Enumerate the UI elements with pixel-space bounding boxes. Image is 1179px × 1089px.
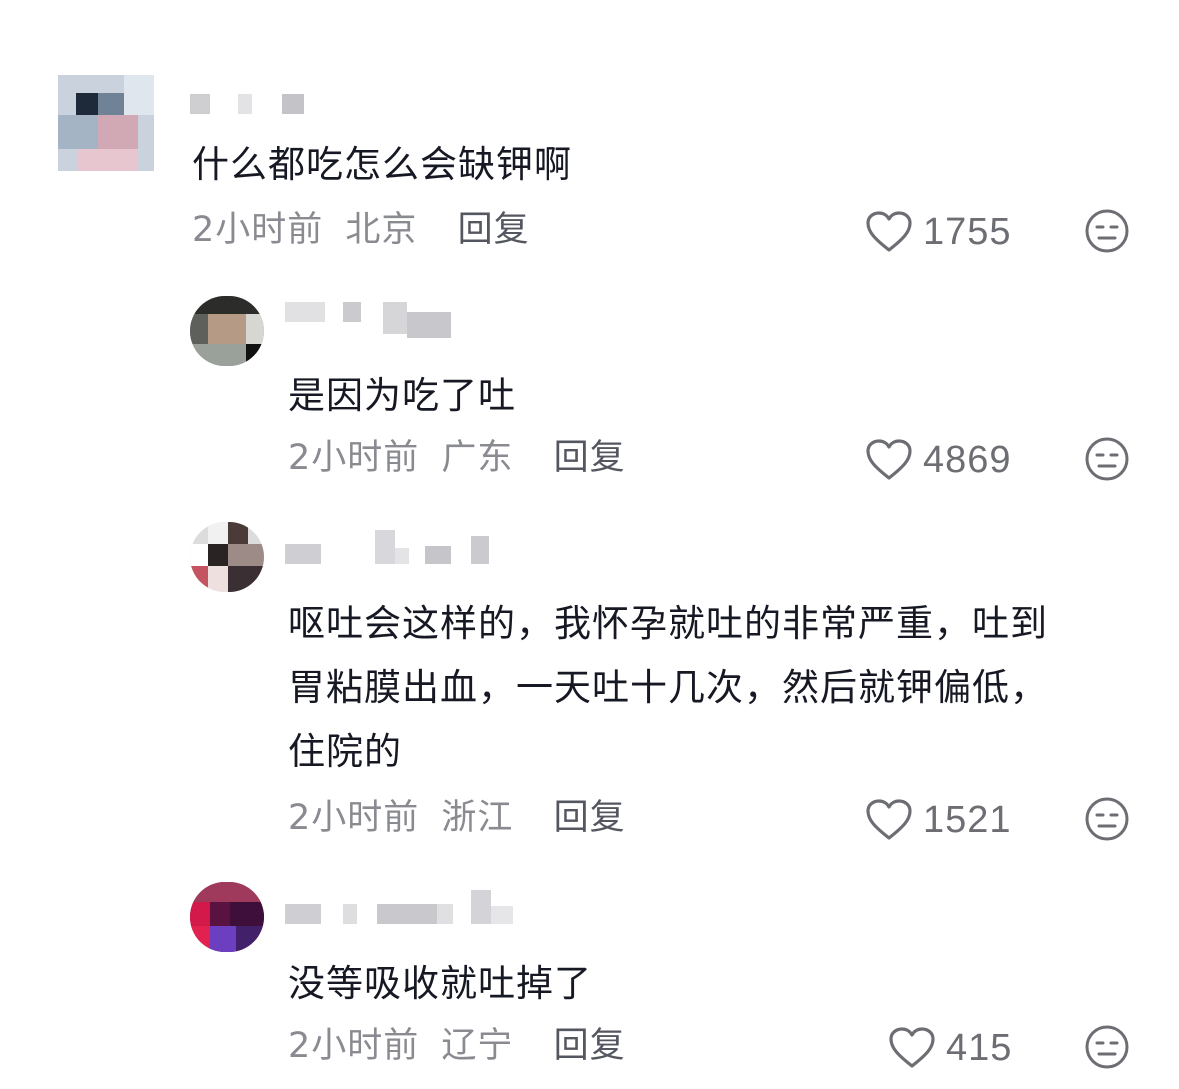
comment-text: 是因为吃了吐	[288, 374, 516, 417]
avatar[interactable]	[190, 522, 264, 592]
like-button[interactable]: 1521	[865, 798, 1012, 842]
reply-button[interactable]: 回复	[554, 1026, 626, 1066]
heart-outline-icon	[889, 1027, 935, 1068]
comment-location: 北京	[345, 210, 418, 250]
comment-meta: 2小时前 广东 回复	[288, 438, 626, 478]
comment-meta: 2小时前 浙江 回复	[288, 798, 626, 838]
neutral-face-icon[interactable]	[1084, 796, 1130, 842]
neutral-face-icon[interactable]	[1084, 1024, 1130, 1070]
username[interactable]	[285, 530, 495, 564]
username[interactable]	[190, 94, 330, 118]
comment-location: 浙江	[441, 798, 514, 838]
comment-location: 辽宁	[441, 1026, 514, 1066]
reply-button[interactable]: 回复	[458, 210, 530, 250]
comment-text: 没等吸收就吐掉了	[288, 962, 592, 1005]
heart-outline-icon	[866, 439, 912, 480]
heart-outline-icon	[866, 799, 912, 840]
like-button[interactable]: 415	[888, 1026, 1012, 1070]
comment-time: 2小时前	[288, 438, 420, 478]
avatar[interactable]	[58, 75, 154, 171]
comment-time: 2小时前	[192, 210, 324, 250]
reply-button[interactable]: 回复	[554, 798, 626, 838]
avatar[interactable]	[190, 296, 264, 366]
comment-text: 呕吐会这样的，我怀孕就吐的非常严重，吐到 胃粘膜出血，一天吐十几次，然后就钾偏低…	[288, 602, 1048, 773]
neutral-face-icon[interactable]	[1084, 208, 1130, 254]
avatar[interactable]	[190, 882, 264, 952]
comment-location: 广东	[441, 438, 514, 478]
like-count: 1521	[923, 798, 1012, 841]
reply-button[interactable]: 回复	[554, 438, 626, 478]
like-count: 1755	[923, 210, 1012, 253]
comment-time: 2小时前	[288, 1026, 420, 1066]
comment-meta: 2小时前 北京 回复	[192, 210, 530, 250]
like-button[interactable]: 1755	[865, 210, 1012, 254]
comment-meta: 2小时前 辽宁 回复	[288, 1026, 626, 1066]
like-count: 415	[946, 1026, 1013, 1069]
comment-time: 2小时前	[288, 798, 420, 838]
heart-outline-icon	[866, 211, 912, 252]
username[interactable]	[285, 890, 535, 924]
neutral-face-icon[interactable]	[1084, 436, 1130, 482]
username[interactable]	[285, 302, 455, 338]
like-button[interactable]: 4869	[865, 438, 1012, 482]
comment-text: 什么都吃怎么会缺钾啊	[192, 143, 572, 186]
like-count: 4869	[923, 438, 1012, 481]
